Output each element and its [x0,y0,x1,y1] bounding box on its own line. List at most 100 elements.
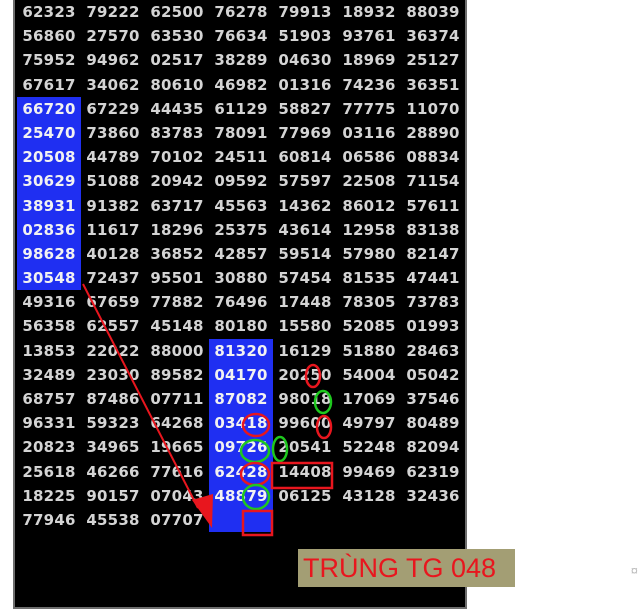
number-cell: 99469 [342,462,396,481]
number-cell: 72437 [86,269,140,288]
number-cell: 77969 [278,123,332,142]
number-cell: 06125 [278,486,332,505]
number-cell: 32489 [22,365,76,384]
number-cell: 76634 [214,27,268,46]
number-cell: 25375 [214,220,268,239]
highlighted-number-cell: 02836 [17,217,81,242]
number-cell: 86012 [342,196,396,215]
grid-row: 30629 51088 20942 09592 57597 22508 71154 [15,169,463,194]
number-cell: 87486 [86,390,140,408]
number-cell: 89582 [150,365,204,384]
number-cell: 77775 [342,99,396,118]
number-cell: 56860 [22,27,76,46]
grid-row: 66720 67229 44435 61129 58827 77775 11070 [15,96,463,121]
number-cell: 99600 [278,414,332,433]
number-cell: 25618 [22,462,76,481]
number-grid: 62323 79222 62500 76278 79913 18932 88039 56860… [15,0,463,533]
number-cell: 32436 [406,486,460,505]
grid-row: 25470 73860 83783 78091 77969 03116 28890 [15,120,463,146]
number-cell: 91382 [86,196,140,215]
highlighted-number-cell: 03418 [209,411,273,436]
number-cell: 76496 [214,293,268,312]
number-cell: 59323 [86,414,140,433]
number-cell: 23030 [86,365,140,384]
grid-row: 75952 94962 02517 38289 04630 18969 25127 [15,48,463,72]
number-cell: 80180 [214,317,268,336]
number-cell: 36852 [150,244,204,263]
number-cell: 95501 [150,269,204,288]
grid-row: 98628 40128 36852 42857 59514 57980 82147 [15,241,463,267]
number-cell: 81535 [342,269,396,288]
number-cell: 75952 [22,51,76,70]
number-cell: 62557 [86,317,140,336]
number-cell: 43128 [342,486,396,505]
grid-row: 25618 46266 77616 62428 14408 99469 62319 [15,459,463,484]
number-cell: 34062 [86,75,140,94]
number-cell: 01993 [406,317,460,336]
grid-row: 13853 22022 88000 81320 16129 51880 28463 [15,338,463,363]
number-cell: 52085 [342,317,396,336]
number-cell: 62323 [22,3,76,21]
number-cell: 18296 [150,220,204,239]
number-cell: 82094 [406,438,460,457]
number-cell: 09592 [214,172,268,191]
highlighted-number-cell: 09726 [209,435,273,460]
number-cell: 25127 [406,51,460,70]
number-cell: 07043 [150,486,204,505]
number-cell: 28463 [406,341,460,360]
grid-row: 49316 67659 77882 76496 17448 78305 73783 [15,290,463,314]
number-cell: 43614 [278,220,332,239]
number-cell: 16129 [278,341,332,360]
number-cell: 05042 [406,365,460,384]
number-cell: 93761 [342,27,396,46]
number-cell: 67229 [86,99,140,118]
number-cell: 22508 [342,172,396,191]
number-cell: 51880 [342,341,396,360]
grid-row: 56358 62557 45148 80180 15580 52085 01993 [15,314,463,338]
number-cell: 28890 [406,123,460,142]
grid-row: 32489 23030 89582 04170 20250 54004 05042 [15,362,463,387]
number-cell: 18969 [342,51,396,70]
grid-row: 30548 72437 95501 30880 57454 81535 47441 [15,266,463,291]
highlighted-number-cell: 30629 [17,169,81,194]
number-cell: 18932 [342,3,396,21]
number-cell: 61129 [214,99,268,118]
number-cell: 96331 [22,414,76,433]
number-cell: 73860 [86,123,140,142]
number-cell: 01316 [278,75,332,94]
number-cell: 20250 [278,365,332,384]
number-cell: 46982 [214,75,268,94]
number-cell: 02517 [150,51,204,70]
number-cell: 79222 [86,3,140,21]
number-cell: 88000 [150,341,204,360]
number-cell: 36351 [406,75,460,94]
number-cell: 38289 [214,51,268,70]
number-cell: 18225 [22,486,76,505]
number-cell: 68757 [22,390,76,408]
number-cell: 74236 [342,75,396,94]
number-cell: 13853 [22,341,76,360]
number-cell: 51903 [278,27,332,46]
number-cell: 04630 [278,51,332,70]
edge-glyph: ¤ [630,563,638,578]
number-cell: 56358 [22,317,76,336]
number-cell: 80610 [150,75,204,94]
number-cell: 07707 [150,510,204,529]
number-cell: 57611 [406,196,460,215]
highlighted-number-cell: 25470 [17,120,81,146]
number-cell: 67659 [86,293,140,312]
number-cell: 58827 [278,99,332,118]
number-cell: 11617 [86,220,140,239]
number-cell: 47441 [406,269,460,288]
number-cell: 11070 [406,99,460,118]
number-cell: 44789 [86,148,140,167]
number-cell: 77616 [150,462,204,481]
highlighted-number-cell: 20508 [17,145,81,170]
highlighted-number-cell: 87082 [209,387,273,412]
number-cell: 77946 [22,510,76,529]
number-cell: 78091 [214,123,268,142]
number-cell: 30880 [214,269,268,288]
number-cell: 49316 [22,293,76,312]
number-cell: 76278 [214,3,268,21]
number-cell: 24511 [214,148,268,167]
